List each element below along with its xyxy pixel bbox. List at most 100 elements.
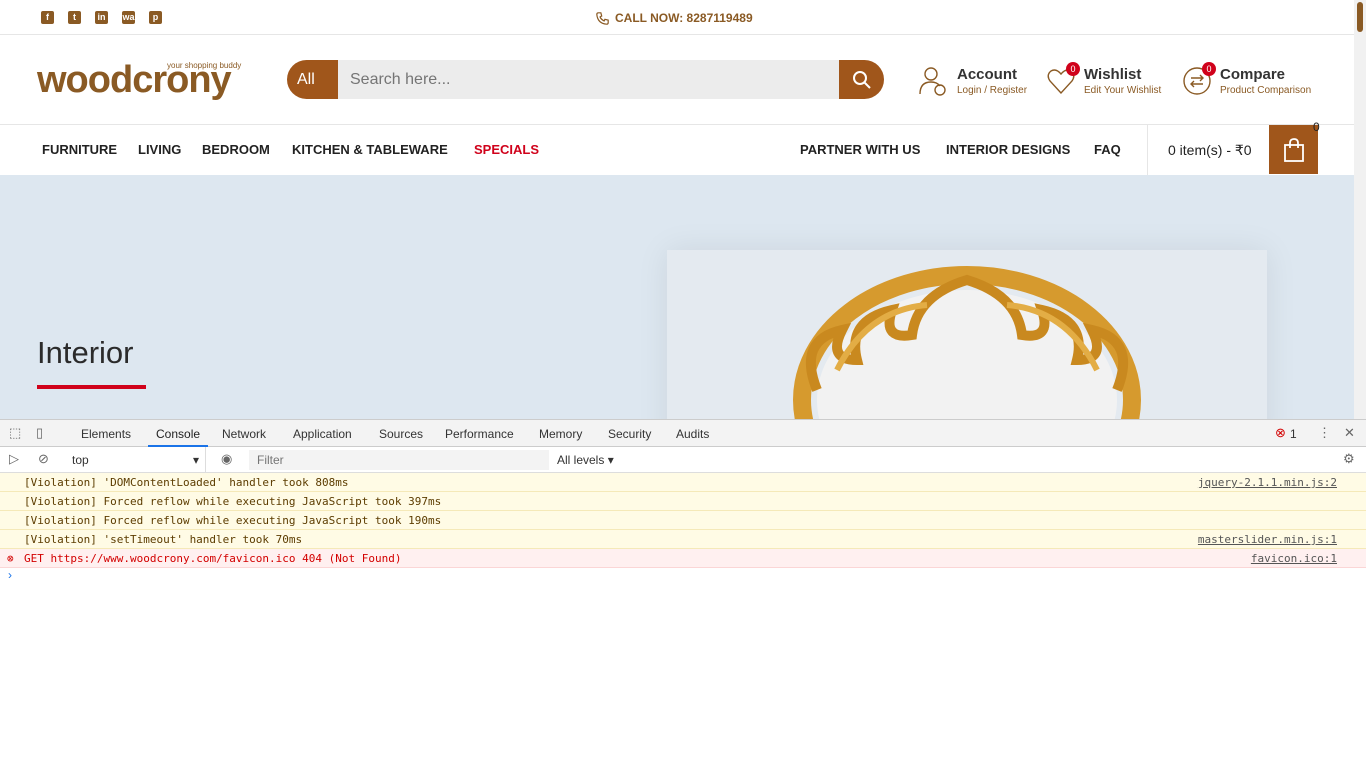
account-title: Account <box>957 66 1017 83</box>
logo-tagline: your shopping buddy <box>167 61 242 70</box>
social-links: f t in wa p <box>41 11 162 24</box>
message-source-link[interactable]: favicon.ico:1 <box>1251 549 1337 568</box>
error-url-link[interactable]: https://www.woodcrony.com/favicon.ico <box>51 552 296 565</box>
account-subtitle[interactable]: Login / Register <box>957 84 1027 98</box>
search-input[interactable] <box>338 60 839 99</box>
message-text: [Violation] 'DOMContentLoaded' handler t… <box>24 476 349 489</box>
compare-subtitle: Product Comparison <box>1220 85 1312 96</box>
nav-partner-with-us[interactable]: PARTNER WITH US <box>800 142 920 157</box>
nav-bedroom[interactable]: BEDROOM <box>202 142 270 157</box>
wishlist-title: Wishlist <box>1084 66 1142 83</box>
call-now-text: CALL NOW: 8287119489 <box>615 11 753 25</box>
header: woodcrony your shopping buddy All Accoun… <box>0 35 1354 125</box>
log-levels-value: All levels <box>557 453 605 467</box>
compare-title: Compare <box>1220 66 1286 83</box>
nav-interior-designs[interactable]: INTERIOR DESIGNS <box>946 142 1070 157</box>
devtools-panel: ⬚ ▯ Elements Console Network Application… <box>0 419 1366 768</box>
search-button[interactable] <box>839 60 884 99</box>
error-method: GET <box>24 552 44 565</box>
compare-link[interactable]: 0 Compare Product Comparison <box>1182 62 1312 98</box>
cart-button[interactable] <box>1269 125 1318 174</box>
gear-icon[interactable]: ⚙ <box>1343 452 1357 466</box>
whatsapp-icon[interactable]: wa <box>122 11 135 24</box>
tab-security[interactable]: Security <box>608 427 651 441</box>
error-count[interactable]: 1 <box>1290 427 1297 441</box>
tab-sources[interactable]: Sources <box>379 427 423 441</box>
console-toolbar: ▷ ⊘ top ▾ ◉ All levels ▾ ⚙ <box>0 447 1366 473</box>
tab-network[interactable]: Network <box>222 427 266 441</box>
cart-summary[interactable]: 0 item(s) - ₹0 <box>1168 142 1252 159</box>
nav-furniture[interactable]: FURNITURE <box>42 142 117 157</box>
console-prompt[interactable]: › <box>0 568 1366 586</box>
sidebar-toggle-icon[interactable]: ▷ <box>9 452 23 466</box>
twitter-icon[interactable]: t <box>68 11 81 24</box>
page-scrollbar[interactable] <box>1354 0 1366 419</box>
error-text: GET https://www.woodcrony.com/favicon.ic… <box>24 549 402 568</box>
message-text: [Violation] 'setTimeout' handler took 70… <box>24 533 303 546</box>
console-error: ⊗ GET https://www.woodcrony.com/favicon.… <box>0 549 1366 568</box>
console-message: [Violation] Forced reflow while executin… <box>0 492 1366 511</box>
hero-banner: Interior <box>0 175 1354 419</box>
context-value: top <box>72 453 89 467</box>
device-toolbar-icon[interactable]: ▯ <box>36 426 50 440</box>
main-nav: FURNITURE LIVING BEDROOM KITCHEN & TABLE… <box>0 120 1354 175</box>
message-text: [Violation] Forced reflow while executin… <box>24 495 442 508</box>
error-icon: ⊗ <box>7 552 14 565</box>
call-now[interactable]: CALL NOW: 8287119489 <box>596 11 753 25</box>
hero-title: Interior <box>37 335 134 370</box>
nav-kitchen-tableware[interactable]: KITCHEN & TABLEWARE <box>292 142 448 157</box>
hero-underline <box>37 385 146 389</box>
message-source-link[interactable]: masterslider.min.js:1 <box>1198 530 1337 549</box>
console-messages: [Violation] 'DOMContentLoaded' handler t… <box>0 473 1366 586</box>
phone-icon <box>596 11 609 25</box>
compare-count-badge: 0 <box>1202 62 1216 76</box>
scrollbar-thumb[interactable] <box>1357 2 1363 32</box>
tab-memory[interactable]: Memory <box>539 427 582 441</box>
console-message: [Violation] 'DOMContentLoaded' handler t… <box>0 473 1366 492</box>
inspect-element-icon[interactable]: ⬚ <box>9 426 23 440</box>
wishlist-link[interactable]: 0 Wishlist Edit Your Wishlist <box>1046 62 1162 98</box>
console-message: [Violation] Forced reflow while executin… <box>0 511 1366 530</box>
tab-application[interactable]: Application <box>293 427 352 441</box>
clear-console-icon[interactable]: ⊘ <box>38 452 52 466</box>
close-icon[interactable]: ✕ <box>1344 426 1358 440</box>
message-source-link[interactable]: jquery-2.1.1.min.js:2 <box>1198 473 1337 492</box>
nav-specials[interactable]: SPECIALS <box>474 142 539 157</box>
chevron-down-icon: ▾ <box>192 453 199 467</box>
hero-image <box>667 250 1267 419</box>
nav-living[interactable]: LIVING <box>138 142 181 157</box>
error-status: 404 (Not Found) <box>302 552 402 565</box>
tab-audits[interactable]: Audits <box>676 427 709 441</box>
eye-icon[interactable]: ◉ <box>221 452 235 466</box>
account-link[interactable]: Account Login / Register <box>919 66 1027 98</box>
wishlist-count-badge: 0 <box>1066 62 1080 76</box>
shopping-bag-icon <box>1283 137 1304 162</box>
nav-faq[interactable]: FAQ <box>1094 142 1121 157</box>
tab-console[interactable]: Console <box>147 427 209 447</box>
prompt-chevron-icon: › <box>8 568 12 582</box>
heart-icon: 0 <box>1046 62 1080 96</box>
cart[interactable]: 0 item(s) - ₹0 0 <box>1147 120 1320 175</box>
error-icon: ⊗ <box>1275 425 1286 440</box>
user-icon <box>919 66 949 96</box>
website-viewport: f t in wa p CALL NOW: 8287119489 woodcro… <box>0 0 1354 419</box>
search-category-select[interactable]: All <box>287 60 338 99</box>
tab-elements[interactable]: Elements <box>81 427 131 441</box>
message-text: [Violation] Forced reflow while executin… <box>24 514 442 527</box>
top-bar: f t in wa p CALL NOW: 8287119489 <box>0 0 1354 35</box>
pinterest-icon[interactable]: p <box>149 11 162 24</box>
compare-icon: 0 <box>1182 62 1216 96</box>
devtools-tabbar: ⬚ ▯ Elements Console Network Application… <box>0 420 1366 447</box>
console-message: [Violation] 'setTimeout' handler took 70… <box>0 530 1366 549</box>
more-options-icon[interactable]: ⋮ <box>1318 426 1332 440</box>
facebook-icon[interactable]: f <box>41 11 54 24</box>
wishlist-subtitle: Edit Your Wishlist <box>1084 85 1162 96</box>
context-select[interactable]: top ▾ <box>64 447 206 473</box>
filter-input[interactable] <box>249 450 549 470</box>
log-levels-select[interactable]: All levels ▾ <box>557 453 614 467</box>
cart-count: 0 <box>1313 120 1320 134</box>
search-bar: All <box>287 60 884 99</box>
instagram-icon[interactable]: in <box>95 11 108 24</box>
tab-performance[interactable]: Performance <box>445 427 514 441</box>
search-icon <box>852 70 871 89</box>
